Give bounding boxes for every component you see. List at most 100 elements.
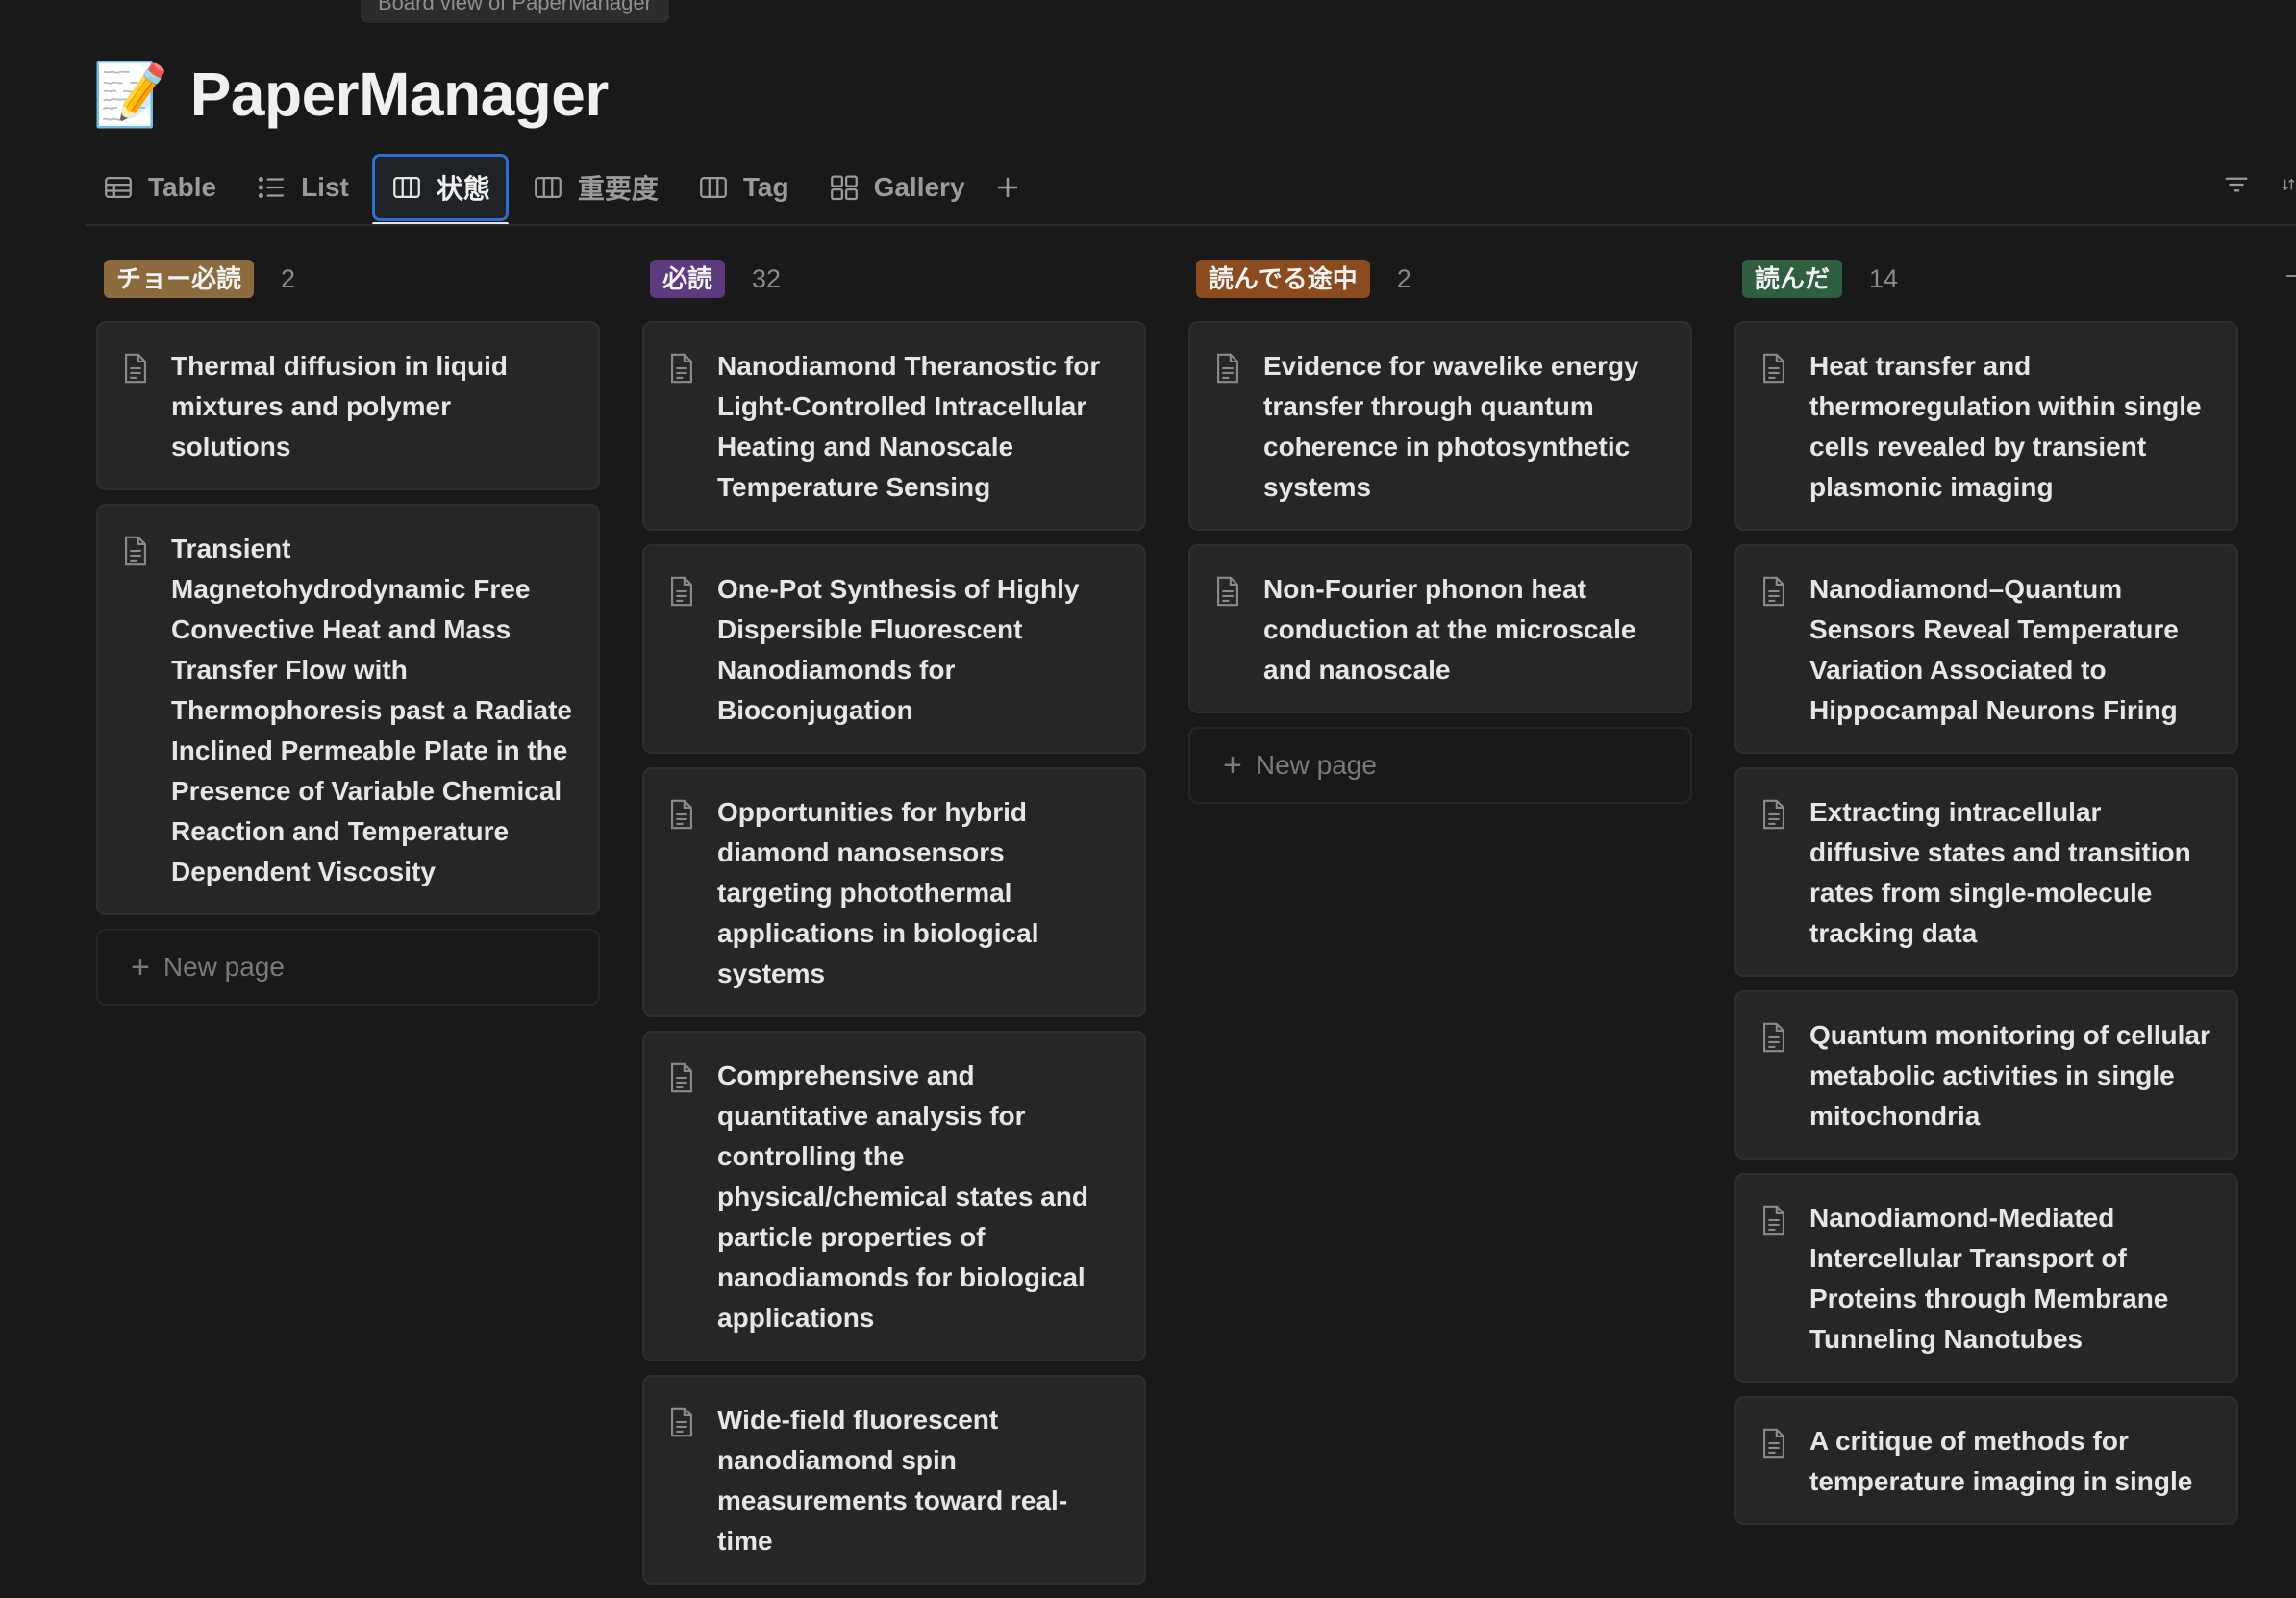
tab-importance-board[interactable]: 重要度 xyxy=(516,157,674,218)
page-doc-icon xyxy=(1763,353,1784,384)
board-card[interactable]: Nanodiamond-Mediated Intercellular Trans… xyxy=(1734,1173,2238,1383)
column-count: 32 xyxy=(752,263,782,293)
next-column-edge xyxy=(2286,275,2296,277)
page-doc-icon xyxy=(1763,1022,1784,1053)
card-title: Quantum monitoring of cellular metabolic… xyxy=(1809,1020,2210,1131)
page-doc-icon xyxy=(1763,799,1784,830)
status-tag: 読んでる途中 xyxy=(1196,260,1370,298)
card-title: Evidence for wavelike energy transfer th… xyxy=(1263,351,1639,502)
card-title: Non-Fourier phonon heat conduction at th… xyxy=(1263,574,1636,685)
tab-gallery[interactable]: Gallery xyxy=(812,157,981,218)
board-card[interactable]: Opportunities for hybrid diamond nanosen… xyxy=(642,767,1146,1017)
sort-icon xyxy=(2282,178,2295,191)
column-header[interactable]: チョー必読 2 xyxy=(104,258,600,300)
filter-button[interactable] xyxy=(2217,165,2256,204)
board-card[interactable]: One-Pot Synthesis of Highly Dispersible … xyxy=(642,544,1146,754)
card-title: Nanodiamond Theranostic for Light-Contro… xyxy=(717,351,1101,502)
page-doc-icon xyxy=(125,536,146,566)
card-title: Nanodiamond–Quantum Sensors Reveal Tempe… xyxy=(1809,574,2179,725)
board-card[interactable]: Extracting intracellular diffusive state… xyxy=(1734,767,2238,977)
status-tag: 必読 xyxy=(650,260,726,298)
new-page-label: New page xyxy=(1255,750,1377,780)
board-card[interactable]: Transient Magnetohydrodynamic Free Conve… xyxy=(96,504,600,915)
board-card[interactable]: Heat transfer and thermoregulation withi… xyxy=(1734,321,2238,531)
status-tag: 読んだ xyxy=(1742,260,1843,298)
gallery-icon xyxy=(830,175,858,201)
board-column: 必読 32 Nanodiamond Theranostic for Light-Co… xyxy=(642,258,1146,1598)
page-doc-icon xyxy=(671,1062,692,1093)
list-icon xyxy=(258,176,284,199)
tab-status-board[interactable]: 状態 xyxy=(371,154,509,226)
table-icon xyxy=(105,176,132,199)
board-card[interactable]: Quantum monitoring of cellular metabolic… xyxy=(1734,990,2238,1160)
page-doc-icon xyxy=(1217,353,1238,384)
board-icon xyxy=(392,176,420,199)
page-doc-icon xyxy=(671,799,692,830)
page-title[interactable]: PaperManager xyxy=(190,59,610,130)
page-doc-icon xyxy=(671,576,692,607)
add-view-button[interactable] xyxy=(988,168,1027,207)
card-title: One-Pot Synthesis of Highly Dispersible … xyxy=(717,574,1080,725)
tab-table[interactable]: Table xyxy=(87,157,232,218)
tabs-divider xyxy=(85,224,2296,226)
page-header: 📝 PaperManager xyxy=(92,56,609,133)
card-title: Nanodiamond-Mediated Intercellular Trans… xyxy=(1809,1203,2169,1354)
column-count: 2 xyxy=(281,263,296,293)
page-emoji-icon[interactable]: 📝 xyxy=(92,56,169,133)
card-title: Heat transfer and thermoregulation withi… xyxy=(1809,351,2202,502)
page-doc-icon xyxy=(1217,576,1238,607)
board-card[interactable]: Wide-field fluorescent nanodiamond spin … xyxy=(642,1375,1146,1585)
board-card[interactable]: A critique of methods for temperature im… xyxy=(1734,1396,2238,1525)
filter-icon xyxy=(2225,177,2248,192)
view-toolbar xyxy=(2192,165,2296,204)
column-count: 2 xyxy=(1396,263,1411,293)
card-title: Comprehensive and quantitative analysis … xyxy=(717,1061,1088,1333)
page-doc-icon xyxy=(671,1407,692,1437)
board-column: チョー必読 2 Thermal diffusion in liquid mixtur… xyxy=(96,258,600,1598)
new-page-label: New page xyxy=(162,952,285,982)
tab-label: Gallery xyxy=(873,172,965,202)
sort-button[interactable] xyxy=(2281,165,2296,204)
view-tooltip: Board view of PaperManager xyxy=(361,0,669,23)
board-card[interactable]: Nanodiamond–Quantum Sensors Reveal Tempe… xyxy=(1734,544,2238,754)
tab-label: Table xyxy=(148,172,217,202)
card-title: A critique of methods for temperature im… xyxy=(1809,1426,2193,1496)
tab-label: Tag xyxy=(742,172,789,202)
page-doc-icon xyxy=(1763,1205,1784,1236)
board-icon xyxy=(534,176,562,199)
tab-list[interactable]: List xyxy=(239,157,364,218)
plus-icon: + xyxy=(131,949,150,986)
plus-icon: + xyxy=(1223,747,1242,784)
card-title: Thermal diffusion in liquid mixtures and… xyxy=(171,351,508,462)
tab-label: 重要度 xyxy=(577,174,659,204)
board-column: 読んだ 14 Heat transfer and thermoregulation … xyxy=(1734,258,2238,1598)
column-count: 14 xyxy=(1869,263,1899,293)
tab-label: List xyxy=(301,172,349,202)
column-header[interactable]: 読んだ 14 xyxy=(1742,258,2238,300)
view-tabs: Table List 状態 重要度 Tag Gallery xyxy=(87,152,1027,226)
board-icon xyxy=(699,176,727,199)
card-title: Opportunities for hybrid diamond nanosen… xyxy=(717,797,1039,988)
tab-label: 状態 xyxy=(436,174,490,204)
page-doc-icon xyxy=(671,353,692,384)
board-card[interactable]: Comprehensive and quantitative analysis … xyxy=(642,1031,1146,1361)
board-column: 読んでる途中 2 Evidence for wavelike energy tran… xyxy=(1188,258,1692,1598)
card-title: Wide-field fluorescent nanodiamond spin … xyxy=(717,1405,1068,1556)
card-title: Extracting intracellular diffusive state… xyxy=(1809,797,2191,948)
plus-icon xyxy=(997,178,1017,197)
page-doc-icon xyxy=(1763,576,1784,607)
new-page-button[interactable]: + New page xyxy=(1188,727,1692,804)
status-tag: チョー必読 xyxy=(104,260,255,298)
board-card[interactable]: Evidence for wavelike energy transfer th… xyxy=(1188,321,1692,531)
tab-tag-board[interactable]: Tag xyxy=(682,157,805,218)
column-header[interactable]: 読んでる途中 2 xyxy=(1196,258,1692,300)
board-card[interactable]: Non-Fourier phonon heat conduction at th… xyxy=(1188,544,1692,713)
page-doc-icon xyxy=(125,353,146,384)
column-header[interactable]: 必読 32 xyxy=(650,258,1146,300)
board: チョー必読 2 Thermal diffusion in liquid mixtur… xyxy=(96,258,2281,1598)
card-title: Transient Magnetohydrodynamic Free Conve… xyxy=(171,534,573,886)
board-card[interactable]: Thermal diffusion in liquid mixtures and… xyxy=(96,321,600,490)
page-doc-icon xyxy=(1763,1428,1784,1459)
new-page-button[interactable]: + New page xyxy=(96,929,600,1006)
board-card[interactable]: Nanodiamond Theranostic for Light-Contro… xyxy=(642,321,1146,531)
